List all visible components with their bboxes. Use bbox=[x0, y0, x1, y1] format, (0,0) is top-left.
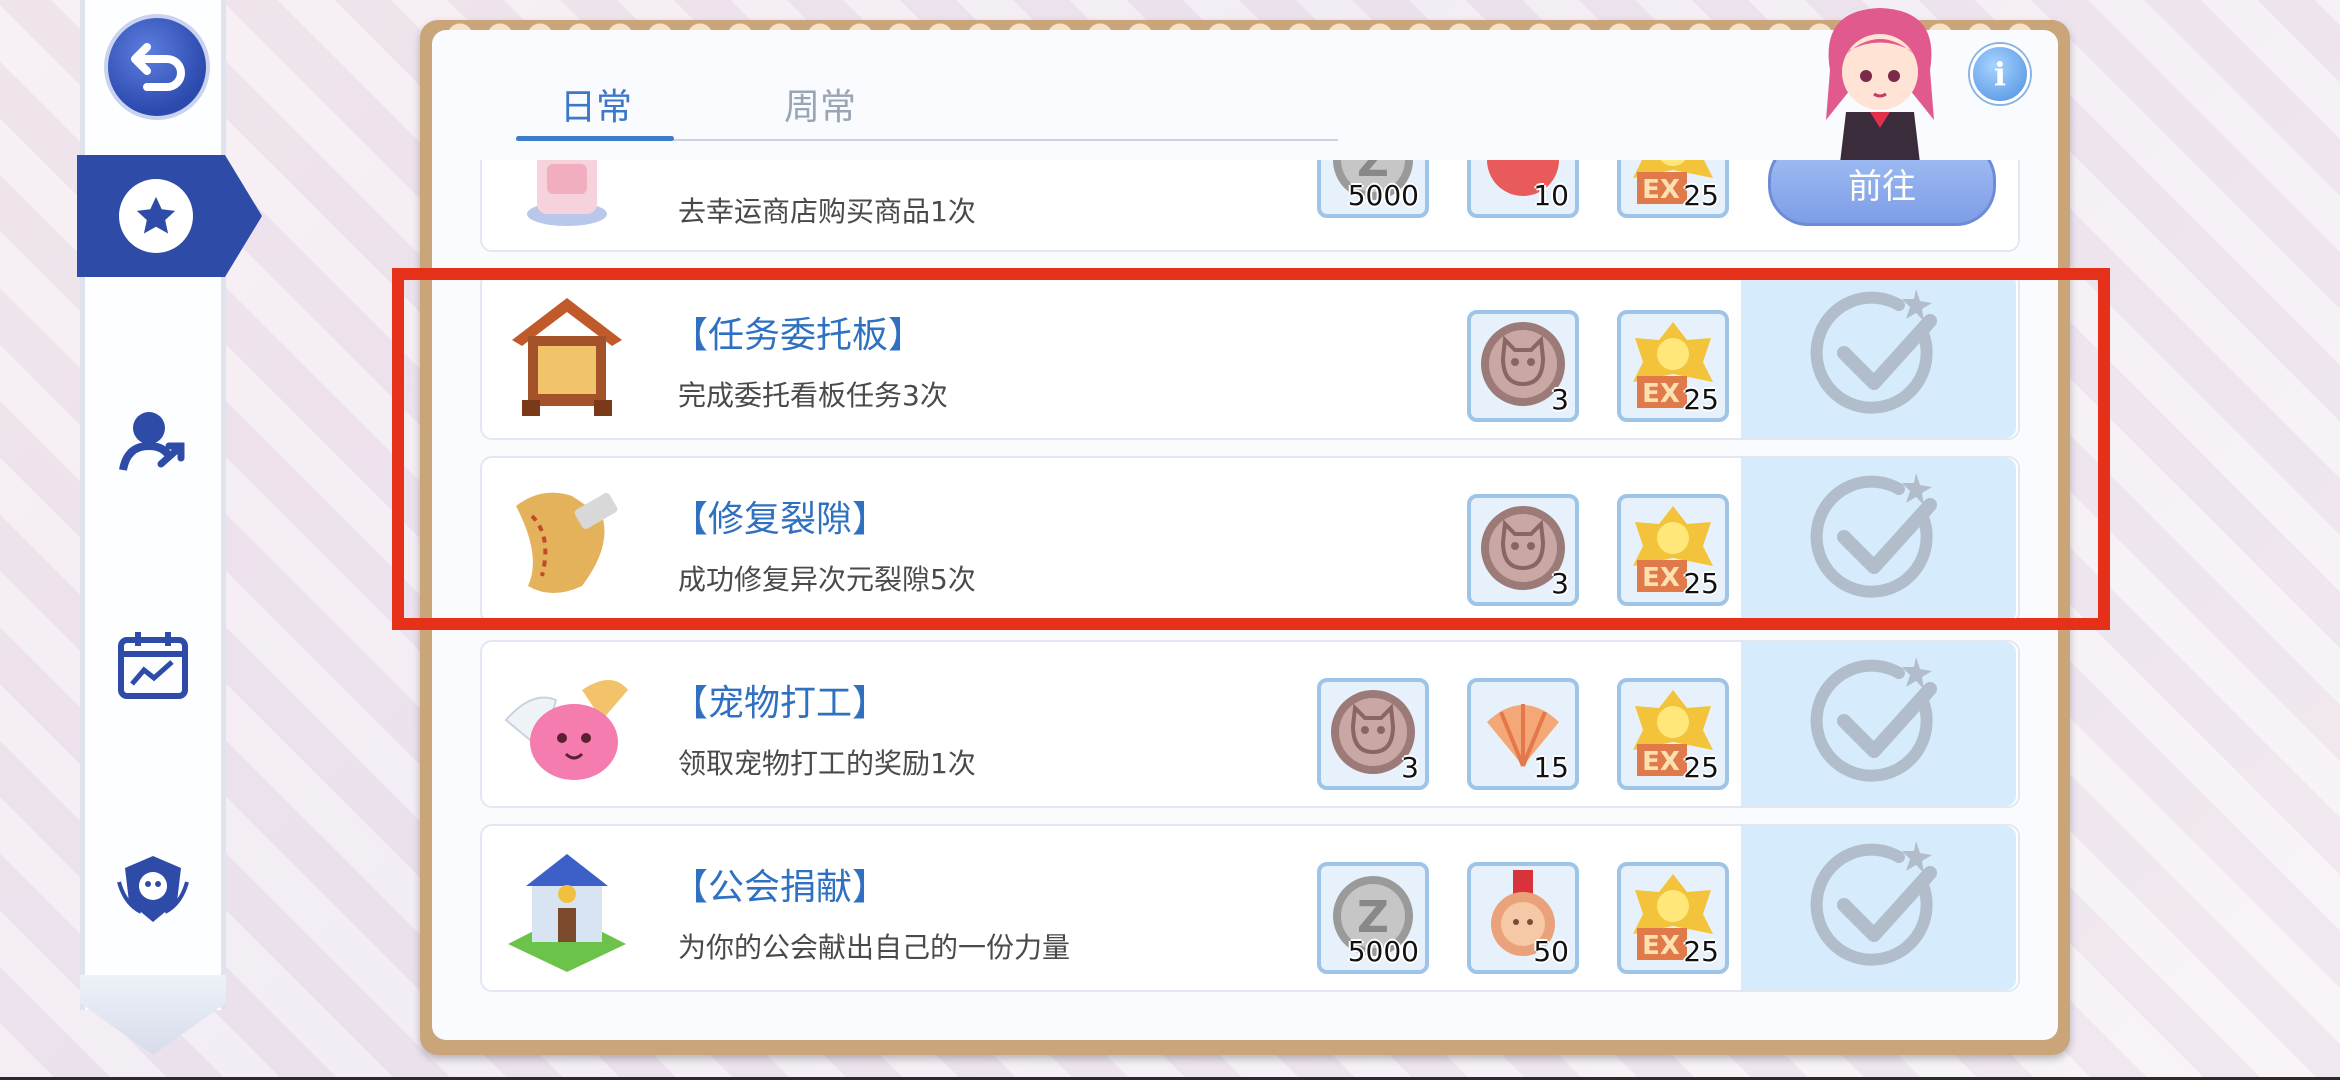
back-button[interactable] bbox=[104, 14, 210, 120]
highlight-box bbox=[392, 268, 2110, 630]
check-mark-icon bbox=[1810, 657, 1937, 782]
reward-slot[interactable]: EX 25 bbox=[1617, 160, 1729, 218]
go-button[interactable]: 前往 bbox=[1768, 160, 1996, 226]
reward-slot[interactable]: 3 bbox=[1317, 678, 1429, 790]
svg-text:EX: EX bbox=[1642, 175, 1680, 205]
reward-slot[interactable]: Z 5000 bbox=[1317, 862, 1429, 974]
guild-shield-icon bbox=[117, 856, 189, 922]
quest-title: 【公会捐献】 bbox=[672, 867, 889, 908]
quest-description: 去幸运商店购买商品1次 bbox=[678, 195, 976, 228]
sidebar-item-daily-quests[interactable] bbox=[77, 155, 262, 277]
reward-slot[interactable]: 15 bbox=[1467, 678, 1579, 790]
guild-castle-icon bbox=[508, 854, 626, 972]
tab-active-indicator bbox=[516, 136, 674, 141]
svg-text:EX: EX bbox=[1642, 747, 1680, 777]
person-growth-icon bbox=[119, 412, 185, 471]
reward-slot[interactable]: 50 bbox=[1467, 862, 1579, 974]
mascot-character bbox=[1826, 8, 1934, 180]
sidebar-item-calendar[interactable] bbox=[113, 625, 193, 705]
lucky-shop-icon bbox=[527, 160, 607, 226]
reward-quantity: 15 bbox=[1533, 751, 1569, 784]
reward-quantity: 25 bbox=[1683, 751, 1719, 784]
reward-quantity: 25 bbox=[1683, 179, 1719, 212]
back-arrow-icon bbox=[131, 43, 185, 91]
quest-description: 领取宠物打工的奖励1次 bbox=[678, 747, 976, 780]
quest-title: 【宠物打工】 bbox=[672, 683, 889, 724]
quest-row: 【宠物打工】 领取宠物打工的奖励1次 3 15 EX 25 bbox=[480, 640, 2020, 808]
reward-quantity: 50 bbox=[1533, 935, 1569, 968]
completed-check bbox=[1741, 642, 2016, 806]
reward-slot[interactable]: 10 bbox=[1467, 160, 1579, 218]
quest-description: 为你的公会献出自己的一份力量 bbox=[678, 931, 1071, 964]
svg-text:EX: EX bbox=[1642, 931, 1680, 961]
check-mark-icon bbox=[1810, 841, 1937, 966]
calendar-chart-icon bbox=[118, 632, 188, 699]
star-icon bbox=[119, 179, 193, 253]
quest-row: 去幸运商店购买商品1次 Z 5000 10 EX 25 前往 bbox=[480, 160, 2020, 252]
reward-quantity: 5000 bbox=[1347, 935, 1419, 968]
reward-quantity: 25 bbox=[1683, 935, 1719, 968]
pet-poring-icon bbox=[504, 680, 628, 780]
sidebar-item-guild[interactable] bbox=[113, 850, 193, 930]
tab-daily[interactable]: 日常 bbox=[560, 78, 632, 130]
reward-slot[interactable]: Z 5000 bbox=[1317, 160, 1429, 218]
completed-check bbox=[1741, 826, 2016, 990]
reward-quantity: 10 bbox=[1533, 179, 1569, 212]
reward-quantity: 3 bbox=[1401, 751, 1419, 784]
reward-slot[interactable]: EX 25 bbox=[1617, 678, 1729, 790]
tab-weekly[interactable]: 周常 bbox=[784, 78, 856, 130]
sidebar-item-growth[interactable] bbox=[113, 400, 193, 480]
info-button[interactable]: i bbox=[1970, 44, 2030, 104]
reward-slot[interactable]: EX 25 bbox=[1617, 862, 1729, 974]
reward-quantity: 5000 bbox=[1347, 179, 1419, 212]
quest-row: 【公会捐献】 为你的公会献出自己的一份力量 Z 5000 50 EX 25 bbox=[480, 824, 2020, 992]
